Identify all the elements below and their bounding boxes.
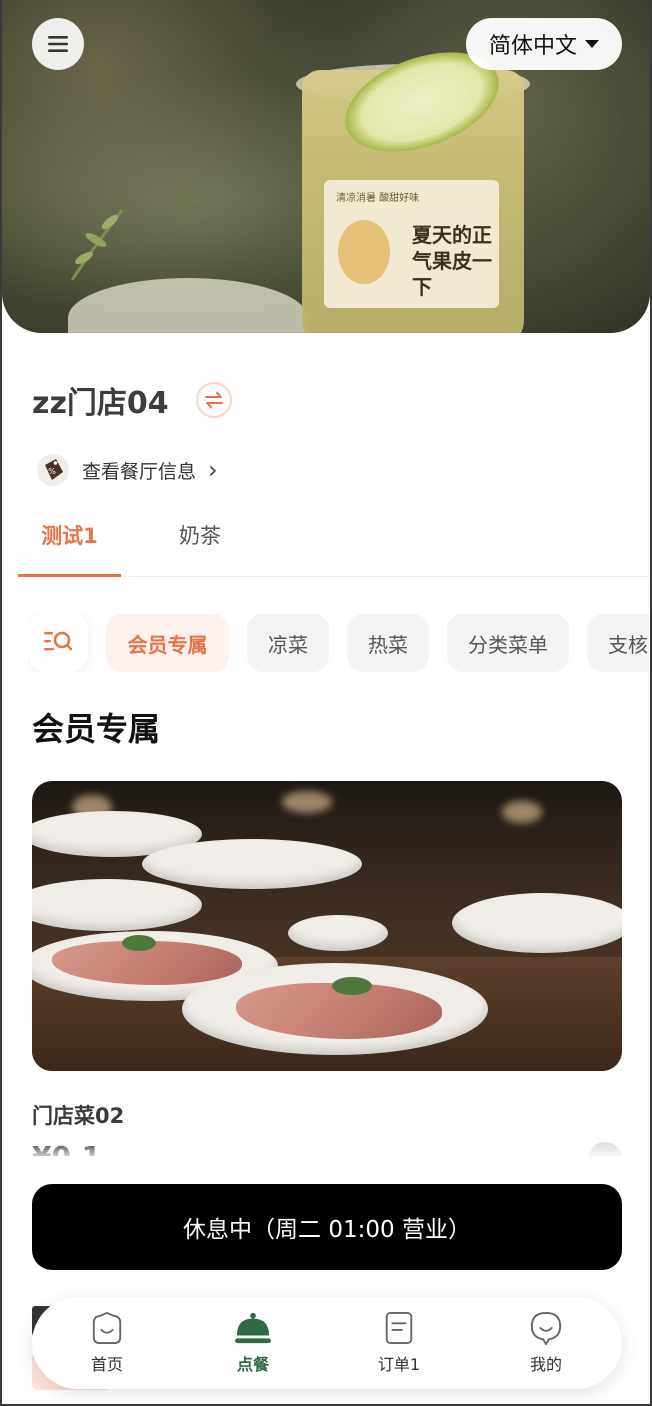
chevron-right-icon: › [208, 456, 218, 484]
fruit-illustration [338, 220, 390, 284]
store-name: zz门店04 [32, 386, 169, 421]
active-tab-indicator [18, 574, 121, 577]
nav-profile[interactable]: 我的 [491, 1311, 601, 1375]
bokeh-light [282, 791, 332, 813]
plate [32, 879, 202, 931]
plate [142, 839, 362, 889]
price-tag-icon: % [37, 454, 69, 486]
search-list-icon [44, 631, 73, 651]
switch-store-button[interactable] [196, 382, 232, 418]
category-chip-extra[interactable]: 支核 [587, 614, 650, 672]
menu-button[interactable] [32, 18, 84, 70]
store-closed-label: 休息中（周二 01:00 营业） [183, 1217, 471, 1243]
profile-icon [530, 1311, 562, 1345]
nav-home[interactable]: 首页 [52, 1311, 162, 1375]
restaurant-info-link[interactable]: % 查看餐厅信息 › [36, 452, 218, 488]
category-chips: 会员专属 凉菜 热菜 分类菜单 支核 [28, 612, 650, 672]
menu-tabs: 测试1 奶茶 [18, 504, 650, 577]
caret-down-icon [585, 40, 599, 48]
nav-orders[interactable]: 订单1 [344, 1311, 454, 1375]
store-closed-button[interactable]: 休息中（周二 01:00 营业） [32, 1184, 622, 1270]
nav-home-label: 首页 [90, 1355, 123, 1374]
category-chip-hot[interactable]: 热菜 [347, 614, 429, 672]
tab-milk-tea[interactable]: 奶茶 [158, 516, 242, 556]
svg-text:%: % [48, 467, 56, 476]
swap-arrows-icon [205, 392, 223, 408]
product-image[interactable] [32, 781, 622, 1071]
category-chip-member[interactable]: 会员专属 [106, 614, 229, 672]
language-selector[interactable]: 简体中文 [466, 18, 622, 70]
language-label: 简体中文 [488, 34, 577, 59]
nav-orders-label: 订单1 [377, 1355, 421, 1374]
category-chip-cold[interactable]: 凉菜 [247, 614, 329, 672]
nav-order-food-label: 点餐 [236, 1355, 269, 1374]
app-frame: 清凉消暑 酸甜好味 夏天的正气果皮一下 简体中文 zz门店04 % 查看餐厅信息 [0, 0, 652, 1406]
cup-label: 清凉消暑 酸甜好味 夏天的正气果皮一下 [324, 180, 499, 308]
tab-test1[interactable]: 测试1 [18, 516, 121, 556]
restaurant-info-label: 查看餐厅信息 [82, 460, 197, 483]
order-list-icon [385, 1311, 413, 1345]
section-title: 会员专属 [32, 710, 161, 748]
cup-label-small-text: 清凉消暑 酸甜好味 [336, 193, 420, 204]
home-icon [92, 1311, 122, 1345]
cup-label-text: 夏天的正气果皮一下 [412, 223, 492, 299]
bottom-navigation: 首页 点餐 订单1 我的 [32, 1297, 622, 1389]
product-name: 门店菜02 [32, 1104, 125, 1128]
nav-order-food[interactable]: 点餐 [198, 1311, 308, 1375]
category-chip-menu[interactable]: 分类菜单 [447, 614, 569, 672]
menu-search-button[interactable] [28, 612, 88, 672]
plate [452, 893, 622, 953]
plant-illustration [70, 209, 124, 280]
hamburger-icon [48, 36, 68, 52]
sauce-dish [288, 915, 388, 951]
herb-garnish [332, 977, 372, 995]
herb-garnish [122, 935, 156, 951]
bokeh-light [502, 801, 542, 823]
nav-profile-label: 我的 [529, 1355, 562, 1374]
cloche-icon [235, 1312, 271, 1344]
